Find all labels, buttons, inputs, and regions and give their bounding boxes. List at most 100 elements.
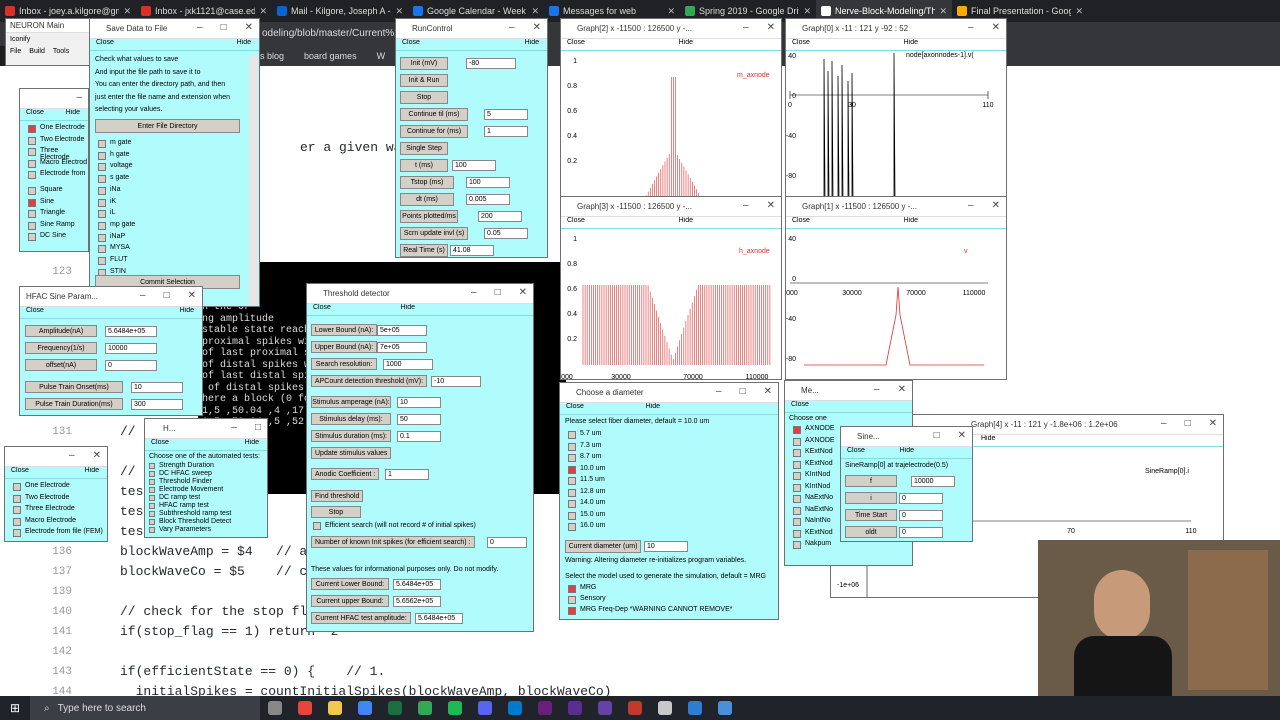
pulse-train-field[interactable]: 300 [131,399,183,410]
diameter-option[interactable]: 10.0 um [580,465,605,472]
save-value-checkbox[interactable] [98,210,106,219]
electrode2-titlebar[interactable]: – ✕ [5,447,107,467]
close-menu[interactable]: Close [847,447,865,458]
menu-file[interactable]: File [10,48,21,55]
close-menu[interactable]: Close [26,109,44,120]
electrode-option[interactable]: Two Electrode [40,136,84,143]
hide-menu[interactable]: Hide [646,403,660,414]
stimulus-delay-button[interactable]: Stimulus delay (ms): [311,413,391,425]
save-value-option[interactable]: iNa [110,186,121,193]
minimize-icon[interactable]: – [197,22,203,33]
minimize-icon[interactable]: – [968,200,974,211]
waveform-checkbox[interactable] [28,233,36,241]
close-menu[interactable]: Close [792,217,810,228]
close-menu[interactable]: Close [11,467,29,478]
electrode-checkbox[interactable] [28,171,36,179]
electrode-option[interactable]: Macro Electrode [25,517,76,524]
sine-param-field[interactable]: 10000 [911,476,955,487]
lower-bound-field[interactable]: 5e+05 [377,325,427,336]
mechanism-option[interactable]: AXNODE [805,425,835,432]
diameter-checkbox[interactable] [568,454,576,462]
minimize-icon[interactable]: – [716,386,722,397]
electrode-titlebar[interactable]: – [20,89,88,109]
mechanism-option[interactable]: AXNODE [805,437,835,444]
app2-icon[interactable] [718,701,732,715]
waveform-option[interactable]: Sine Ramp [40,221,75,228]
mechanism-option[interactable]: NaExtNo [805,494,833,501]
browser-tab[interactable]: Mail - Kilgore, Joseph A - O ✕ [272,0,408,22]
init-field[interactable]: -80 [466,58,516,69]
close-icon[interactable]: ✕ [767,200,775,211]
diameter-checkbox[interactable] [568,442,576,451]
mechanism-checkbox[interactable] [793,529,801,538]
continue-for-button[interactable]: Continue for (ms) [400,125,468,138]
vscode-icon[interactable] [508,701,522,715]
test-option[interactable]: Block Threshold Detect [159,518,231,525]
hfac-param-field[interactable]: 5.6484e+05 [105,326,157,337]
graph3-titlebar[interactable]: Graph[3] x -11500 : 126500 y -... – ✕ [561,197,781,217]
save-value-checkbox[interactable] [98,245,106,254]
maximize-icon[interactable]: □ [495,287,501,298]
url-text[interactable]: odeling/blob/master/Current%2 [262,28,400,39]
mechanism-option[interactable]: NaIntNo [805,517,831,524]
dt-field[interactable]: 0.005 [466,194,510,205]
waveform-option[interactable]: Sine [40,198,54,205]
tab-close-icon[interactable]: ✕ [667,6,675,17]
electrode-checkbox[interactable] [13,517,21,526]
apcount-threshold-button[interactable]: APCount detection threshold (mV): [311,375,427,387]
electrode-checkbox[interactable] [28,148,36,156]
hide-menu[interactable]: Hide [245,439,259,450]
discord-icon[interactable] [478,701,492,715]
minimize-icon[interactable]: – [743,22,749,33]
save-value-checkbox[interactable] [98,175,106,184]
chrome-icon[interactable] [298,701,312,715]
sine-titlebar[interactable]: Sine... □ ✕ [841,427,972,447]
stop-threshold-button[interactable]: Stop [311,506,361,518]
tab-close-icon[interactable]: ✕ [939,6,947,17]
model-checkbox[interactable] [568,596,576,604]
test-option[interactable]: Strength Duration [159,462,214,469]
save-value-option[interactable]: h gate [110,151,129,158]
continue-for-field[interactable]: 1 [484,126,528,137]
model-checkbox[interactable] [568,585,576,593]
minimize-icon[interactable]: – [231,422,237,433]
bookmark-board-games[interactable]: board games [304,51,357,61]
test-checkbox[interactable] [149,463,155,469]
test-option[interactable]: DC HFAC sweep [159,470,212,477]
save-value-checkbox[interactable] [98,140,106,148]
hide-menu[interactable]: Hide [679,217,693,228]
real-time-button[interactable]: Real Time (s) [400,244,448,257]
mechanism-option[interactable]: NaExtNo [805,506,833,513]
scrollbar[interactable] [249,55,258,305]
diameter-checkbox[interactable] [568,465,576,474]
chrome-profile-icon[interactable] [358,701,372,715]
close-menu[interactable]: Close [566,403,584,414]
stimulus-delay-field[interactable]: 50 [397,414,441,425]
electrode-checkbox[interactable] [13,506,21,514]
hfac-param-button[interactable]: offset(nA) [25,359,97,371]
dt-button[interactable]: dt (ms) [400,193,454,206]
t-field[interactable]: 100 [452,160,496,171]
close-menu[interactable]: Close [791,401,809,412]
save-value-option[interactable]: iL [110,209,115,216]
save-value-option[interactable]: s gate [110,174,129,181]
upper-bound-button[interactable]: Upper Bound (nA): [311,341,377,353]
model-option[interactable]: MRG Freq-Dep *WARNING CANNOT REMOVE* [580,606,732,613]
hfac-param-field[interactable]: 0 [105,360,157,371]
electrode-option[interactable]: One Electrode [40,124,85,131]
maximize-icon[interactable]: □ [740,386,746,397]
waveform-checkbox[interactable] [28,198,36,207]
mechanism-option[interactable]: KIntNod [805,483,830,490]
init-run-button[interactable]: Init & Run [400,74,448,87]
close-icon[interactable]: ✕ [992,22,1000,33]
search-resolution-field[interactable]: 1000 [383,359,433,370]
terminal-icon[interactable] [658,701,672,715]
tstop-field[interactable]: 100 [466,177,510,188]
mechanism-option[interactable]: KIntNod [805,471,830,478]
app-icon[interactable] [598,701,612,715]
maximize-icon[interactable]: □ [255,422,261,433]
tab-close-icon[interactable]: ✕ [803,6,811,17]
file-explorer-icon[interactable] [328,701,342,715]
minimize-icon[interactable]: – [69,450,75,461]
waveform-option[interactable]: DC Sine [40,232,66,239]
